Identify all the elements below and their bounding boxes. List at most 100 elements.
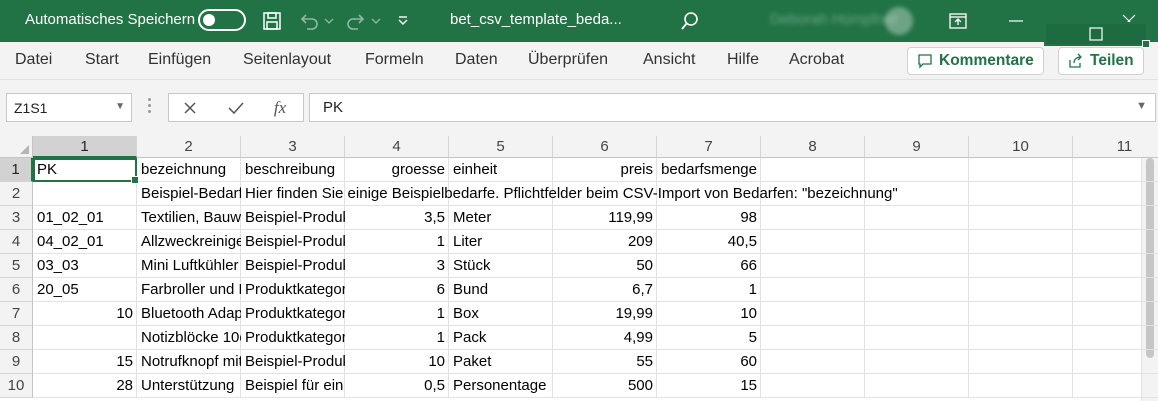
cell[interactable]: [1073, 302, 1158, 326]
maximize-icon[interactable]: [1044, 22, 1150, 48]
row-header-6[interactable]: 6: [0, 278, 33, 302]
select-all-corner[interactable]: [0, 136, 33, 158]
cell[interactable]: [761, 158, 865, 182]
tab-seitenlayout[interactable]: Seitenlayout: [243, 51, 331, 69]
cell[interactable]: [1073, 350, 1158, 374]
column-header-3[interactable]: 3: [241, 136, 345, 158]
spreadsheet-grid[interactable]: 1 2 3 4 5 6 7 8 9 10 11 1 PK bezeichnung beschreibung g…: [0, 136, 1158, 401]
cancel-icon[interactable]: [179, 98, 201, 118]
cell[interactable]: [1073, 326, 1158, 350]
name-box[interactable]: Z1S1 ▼: [6, 93, 132, 122]
tab-ueberpruefen[interactable]: Überprüfen: [528, 51, 608, 69]
column-header-6[interactable]: 6: [553, 136, 657, 158]
cell[interactable]: [1073, 206, 1158, 230]
undo-dropdown-chevron-icon[interactable]: [323, 8, 335, 34]
tab-start[interactable]: Start: [85, 51, 119, 69]
tab-datei[interactable]: Datei: [15, 51, 52, 69]
tab-daten[interactable]: Daten: [455, 51, 498, 69]
column-header-5[interactable]: 5: [449, 136, 553, 158]
cell[interactable]: [969, 278, 1073, 302]
column-header-2[interactable]: 2: [137, 136, 241, 158]
column-header-11[interactable]: 11: [1073, 136, 1158, 158]
cell[interactable]: [865, 302, 969, 326]
cell[interactable]: [1073, 254, 1158, 278]
cell[interactable]: [761, 254, 865, 278]
cell[interactable]: [761, 206, 865, 230]
cell[interactable]: [865, 158, 969, 182]
save-icon[interactable]: [260, 8, 284, 34]
comments-button[interactable]: Kommentare: [907, 47, 1044, 75]
row-header-3[interactable]: 3: [0, 206, 33, 230]
cell[interactable]: [1073, 374, 1158, 398]
cell[interactable]: [969, 254, 1073, 278]
row-header-2[interactable]: 2: [0, 182, 33, 206]
cell[interactable]: [1073, 158, 1158, 182]
cell[interactable]: [761, 326, 865, 350]
avatar[interactable]: [885, 7, 913, 35]
column-header-4[interactable]: 4: [345, 136, 449, 158]
row-header-8[interactable]: 8: [0, 326, 33, 350]
insert-function-icon[interactable]: fx: [269, 98, 291, 118]
cell[interactable]: [865, 326, 969, 350]
cell-value: bedarfsmenge: [661, 161, 757, 178]
row-header-5[interactable]: 5: [0, 254, 33, 278]
cell[interactable]: [761, 374, 865, 398]
column-header-1[interactable]: 1: [33, 136, 137, 158]
minimize-icon[interactable]: [988, 0, 1044, 42]
row-header-10[interactable]: 10: [0, 374, 33, 398]
expand-chevron-icon[interactable]: ▼: [1136, 100, 1147, 112]
cell-value: 10: [428, 353, 445, 370]
user-name[interactable]: Deborah Hümpfner: [770, 11, 898, 28]
cell[interactable]: [865, 350, 969, 374]
cell[interactable]: [33, 182, 137, 206]
share-button[interactable]: Teilen: [1058, 47, 1144, 75]
tab-ansicht[interactable]: Ansicht: [643, 51, 695, 69]
cell[interactable]: [969, 182, 1073, 206]
cell[interactable]: [865, 206, 969, 230]
column-header-10[interactable]: 10: [969, 136, 1073, 158]
cell[interactable]: [969, 374, 1073, 398]
undo-icon[interactable]: [296, 8, 322, 34]
cell[interactable]: [761, 302, 865, 326]
drag-handle-icon[interactable]: [148, 98, 152, 116]
cell[interactable]: [865, 278, 969, 302]
cell[interactable]: [969, 350, 1073, 374]
cell[interactable]: [1073, 182, 1158, 206]
row-header-7[interactable]: 7: [0, 302, 33, 326]
customize-qat-icon[interactable]: [396, 8, 410, 34]
cell-value: 6,7: [632, 281, 653, 298]
cell[interactable]: [969, 302, 1073, 326]
cell[interactable]: [969, 158, 1073, 182]
formula-input[interactable]: PK ▼: [309, 93, 1156, 122]
cell[interactable]: [969, 326, 1073, 350]
cell[interactable]: [1073, 230, 1158, 254]
tab-formeln[interactable]: Formeln: [365, 51, 424, 69]
ribbon-display-icon[interactable]: [930, 0, 986, 42]
column-header-7[interactable]: 7: [657, 136, 761, 158]
cell[interactable]: [761, 230, 865, 254]
redo-dropdown-chevron-icon[interactable]: [370, 8, 382, 34]
redo-icon[interactable]: [343, 8, 369, 34]
cell[interactable]: [761, 278, 865, 302]
cell[interactable]: [761, 350, 865, 374]
cell[interactable]: [865, 230, 969, 254]
row-header-4[interactable]: 4: [0, 230, 33, 254]
row-header-1[interactable]: 1: [0, 158, 33, 182]
cell[interactable]: [1073, 278, 1158, 302]
column-header-8[interactable]: 8: [761, 136, 865, 158]
chevron-down-icon[interactable]: ▼: [115, 101, 125, 112]
cell[interactable]: [969, 230, 1073, 254]
cell-value: 66: [740, 257, 757, 274]
tab-hilfe[interactable]: Hilfe: [727, 51, 759, 69]
row-header-9[interactable]: 9: [0, 350, 33, 374]
search-icon[interactable]: [678, 8, 702, 34]
cell[interactable]: [865, 254, 969, 278]
autosave-toggle[interactable]: [198, 9, 246, 31]
column-header-9[interactable]: 9: [865, 136, 969, 158]
cell[interactable]: [33, 326, 137, 350]
enter-check-icon[interactable]: [225, 98, 247, 118]
tab-einfuegen[interactable]: Einfügen: [148, 51, 211, 69]
tab-acrobat[interactable]: Acrobat: [789, 51, 844, 69]
cell[interactable]: [865, 374, 969, 398]
cell[interactable]: [969, 206, 1073, 230]
